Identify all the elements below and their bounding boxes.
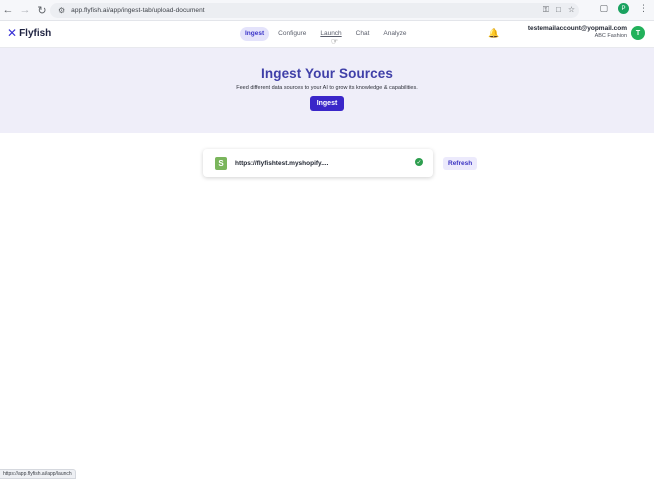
browser-status-url: https://app.flyfish.ai/app/launch [0, 469, 76, 479]
site-info-icon[interactable]: ⚙ [58, 6, 65, 15]
logo-mark-icon: ✕ [7, 26, 18, 40]
account-email: testemailaccount@yopmail.com [527, 25, 627, 32]
notification-bell-icon[interactable]: 🔔 [488, 28, 499, 39]
shopify-icon: S [215, 156, 227, 170]
browser-profile-avatar[interactable]: P [618, 3, 629, 14]
extensions-icon[interactable]: ▢ [599, 3, 608, 14]
account-info[interactable]: testemailaccount@yopmail.com ABC Fashion [528, 25, 627, 39]
pointer-cursor-icon: ☞ [331, 37, 339, 46]
address-bar[interactable]: ⚙ app.flyfish.ai/app/ingest-tab/upload-d… [50, 3, 579, 18]
browser-toolbar: ← → ↻ ⚙ app.flyfish.ai/app/ingest-tab/up… [0, 0, 654, 21]
tab-chat[interactable]: Chat [351, 27, 375, 41]
main-nav-tabs: Ingest Configure Launch Chat Analyze [240, 27, 412, 41]
page-subtitle: Feed different data sources to your AI t… [236, 85, 418, 91]
user-avatar[interactable]: T [631, 26, 645, 40]
install-app-icon[interactable]: □ [556, 5, 561, 15]
browser-menu-icon[interactable]: ⋮ [639, 3, 648, 14]
app-header: ✕ Flyfish Ingest Configure Launch Chat A… [0, 21, 654, 48]
password-key-icon[interactable]: ⚿ [543, 5, 549, 15]
ingest-button[interactable]: Ingest [309, 96, 345, 111]
page-title: Ingest Your Sources [261, 66, 393, 81]
flyfish-logo[interactable]: ✕ Flyfish [7, 27, 51, 39]
tab-analyze[interactable]: Analyze [378, 27, 411, 41]
back-icon[interactable]: ← [0, 2, 16, 18]
check-icon: ✓ [415, 158, 423, 166]
source-url: https://flyfishtest.myshopify.... [235, 159, 329, 167]
logo-name: Flyfish [19, 27, 52, 39]
forward-icon[interactable]: → [17, 2, 33, 18]
reload-icon[interactable]: ↻ [34, 2, 50, 18]
tab-ingest[interactable]: Ingest [240, 27, 270, 41]
account-org: ABC Fashion [594, 33, 627, 39]
bookmark-star-icon[interactable]: ☆ [568, 5, 575, 15]
ingest-hero: Ingest Your Sources Feed different data … [0, 48, 654, 133]
address-url[interactable]: app.flyfish.ai/app/ingest-tab/upload-doc… [71, 7, 204, 14]
source-card[interactable]: S https://flyfishtest.myshopify.... ✓ [203, 149, 433, 177]
refresh-button[interactable]: Refresh [443, 157, 478, 170]
tab-configure[interactable]: Configure [273, 27, 311, 41]
